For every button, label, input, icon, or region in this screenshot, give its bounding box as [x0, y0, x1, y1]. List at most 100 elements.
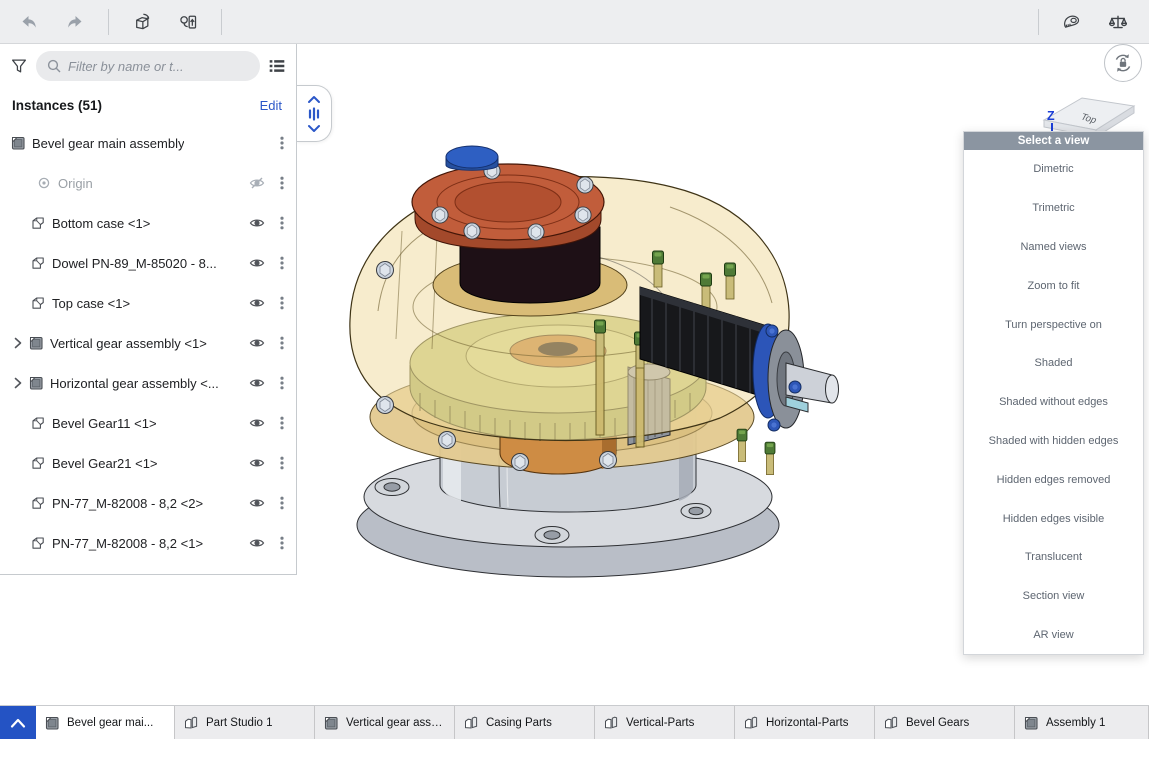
tab-horizontal-parts[interactable]: Horizontal-Parts — [735, 706, 875, 739]
tree-row-bottom-case[interactable]: Bottom case <1> — [0, 203, 296, 243]
tab-bevel-gear-main-assembly[interactable]: Bevel gear mai... — [36, 706, 175, 739]
mass-properties-icon — [1109, 13, 1127, 31]
list-view-icon[interactable] — [268, 57, 286, 75]
kebab-menu-icon[interactable] — [274, 495, 290, 511]
view-menu-item-zoom-to-fit[interactable]: Zoom to fit — [964, 266, 1143, 305]
kebab-menu-icon[interactable] — [274, 455, 290, 471]
part-icon — [30, 535, 46, 551]
visibility-icon[interactable] — [249, 535, 265, 551]
tree-row-vertical-gear-assembly[interactable]: Vertical gear assembly <1> — [0, 323, 296, 363]
visibility-icon[interactable] — [249, 375, 265, 391]
tab-label: Horizontal-Parts — [766, 717, 848, 729]
view-menu-item-hidden-edges-visible[interactable]: Hidden edges visible — [964, 499, 1143, 538]
tab-vertical-gear-assembly[interactable]: Vertical gear asse... — [315, 706, 455, 739]
view-menu-item-dimetric[interactable]: Dimetric — [964, 150, 1143, 189]
graphics-viewport[interactable] — [340, 135, 840, 590]
visibility-icon[interactable] — [249, 495, 265, 511]
tree-row-label: Bottom case <1> — [52, 216, 150, 231]
kebab-menu-icon[interactable] — [274, 535, 290, 551]
assembly-icon — [28, 335, 44, 351]
tree-row-origin[interactable]: Origin — [0, 163, 296, 203]
assembly-icon — [1023, 715, 1039, 731]
tab-assembly-1[interactable]: Assembly 1 — [1015, 706, 1149, 739]
tree-row-pn77-1[interactable]: PN-77_M-82008 - 8,2 <1> — [0, 523, 296, 563]
tree-row-label: Vertical gear assembly <1> — [50, 336, 207, 351]
toolbar-separator — [1038, 9, 1039, 35]
tree-row-bevel-gear11[interactable]: Bevel Gear11 <1> — [0, 403, 296, 443]
filter-input[interactable] — [68, 59, 250, 74]
tree-row-horizontal-gear-assembly[interactable]: Horizontal gear assembly <... — [0, 363, 296, 403]
kebab-menu-icon[interactable] — [274, 175, 290, 191]
undo-button[interactable] — [10, 5, 48, 39]
tree-row-label: Bevel gear main assembly — [32, 136, 184, 151]
tab-vertical-parts[interactable]: Vertical-Parts — [595, 706, 735, 739]
expand-chevron-icon[interactable] — [10, 375, 26, 391]
filter-icon[interactable] — [10, 57, 28, 75]
part-studio-icon — [603, 715, 619, 731]
redo-button[interactable] — [56, 5, 94, 39]
tree-row-pn77-2[interactable]: PN-77_M-82008 - 8,2 <2> — [0, 483, 296, 523]
tab-bevel-gears[interactable]: Bevel Gears — [875, 706, 1015, 739]
kebab-menu-icon[interactable] — [274, 295, 290, 311]
tab-casing-parts[interactable]: Casing Parts — [455, 706, 595, 739]
model-output-flange[interactable] — [753, 324, 839, 431]
visibility-icon[interactable] — [249, 295, 265, 311]
select-view-menu-header: Select a view — [964, 132, 1143, 150]
instances-tree: Bevel gear main assembly Origin Bottom c… — [0, 121, 296, 563]
visibility-icon[interactable] — [249, 255, 265, 271]
tree-row-root-assembly[interactable]: Bevel gear main assembly — [0, 123, 296, 163]
visibility-icon[interactable] — [249, 215, 265, 231]
measure-button[interactable] — [1053, 5, 1091, 39]
part-studio-icon — [743, 715, 759, 731]
tree-row-bevel-gear21[interactable]: Bevel Gear21 <1> — [0, 443, 296, 483]
view-menu-item-shaded-hidden-edges[interactable]: Shaded with hidden edges — [964, 422, 1143, 461]
part-studio-icon — [463, 715, 479, 731]
rotation-lock-icon — [1112, 52, 1134, 74]
view-menu-item-ar-view[interactable]: AR view — [964, 616, 1143, 655]
panel-flyout-handle[interactable] — [296, 85, 332, 142]
kebab-menu-icon[interactable] — [274, 335, 290, 351]
tab-manager-button[interactable] — [0, 706, 36, 739]
view-menu-item-hidden-edges-removed[interactable]: Hidden edges removed — [964, 460, 1143, 499]
edit-link[interactable]: Edit — [260, 98, 282, 113]
view-menu-item-trimetric[interactable]: Trimetric — [964, 189, 1143, 228]
model-canvas[interactable] — [340, 135, 840, 590]
mass-properties-button[interactable] — [1099, 5, 1137, 39]
tab-part-studio-1[interactable]: Part Studio 1 — [175, 706, 315, 739]
view-menu-item-perspective[interactable]: Turn perspective on — [964, 305, 1143, 344]
kebab-menu-icon[interactable] — [274, 375, 290, 391]
tab-label: Assembly 1 — [1046, 717, 1105, 729]
rotation-lock-button[interactable] — [1104, 44, 1142, 82]
tree-row-label: Bevel Gear21 <1> — [52, 456, 158, 471]
model-top-cap[interactable] — [412, 146, 627, 316]
view-menu-item-named-views[interactable]: Named views — [964, 228, 1143, 267]
visibility-icon[interactable] — [249, 335, 265, 351]
view-menu-item-shaded-without-edges[interactable]: Shaded without edges — [964, 383, 1143, 422]
view-menu-item-shaded[interactable]: Shaded — [964, 344, 1143, 383]
tab-label: Bevel Gears — [906, 717, 969, 729]
visibility-off-icon[interactable] — [249, 175, 265, 191]
insert-button[interactable] — [123, 5, 161, 39]
insert-icon — [133, 13, 151, 31]
chevron-up-icon — [307, 95, 321, 104]
tree-row-top-case[interactable]: Top case <1> — [0, 283, 296, 323]
exploded-view-button[interactable] — [169, 5, 207, 39]
view-menu-item-section-view[interactable]: Section view — [964, 577, 1143, 616]
expand-chevron-icon[interactable] — [10, 335, 26, 351]
visibility-icon[interactable] — [249, 415, 265, 431]
kebab-menu-icon[interactable] — [274, 255, 290, 271]
kebab-menu-icon[interactable] — [274, 415, 290, 431]
view-menu-item-translucent[interactable]: Translucent — [964, 538, 1143, 577]
tree-row-label: PN-77_M-82008 - 8,2 <2> — [52, 496, 203, 511]
tree-row-label: Horizontal gear assembly <... — [50, 376, 219, 391]
origin-icon — [36, 175, 52, 191]
visibility-icon[interactable] — [249, 455, 265, 471]
filter-input-pill[interactable] — [36, 51, 260, 81]
kebab-menu-icon[interactable] — [274, 215, 290, 231]
assembly-icon — [10, 135, 26, 151]
exploded-view-icon — [179, 13, 197, 31]
assembly-icon — [323, 715, 339, 731]
kebab-menu-icon[interactable] — [274, 135, 290, 151]
tree-row-dowel[interactable]: Dowel PN-89_M-85020 - 8... — [0, 243, 296, 283]
z-axis-label: Z — [1047, 109, 1055, 123]
